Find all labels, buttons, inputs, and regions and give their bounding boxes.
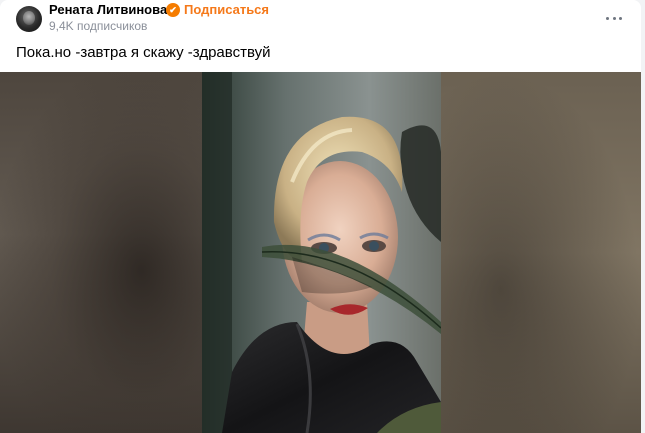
author-avatar[interactable]: [16, 6, 42, 32]
post-text: Пока.но -завтра я скажу -здравствуй: [16, 44, 271, 61]
subscribe-button[interactable]: Подписаться: [184, 2, 269, 18]
more-dot: [612, 16, 616, 20]
subscriber-count: 9,4K подписчиков: [49, 19, 148, 33]
more-dot: [606, 16, 609, 20]
post-photo[interactable]: [202, 72, 441, 433]
more-dot: [619, 16, 622, 20]
verified-icon: ✔: [166, 3, 180, 17]
post-header: Рената Литвинова ✔ Подписаться 9,4K подп…: [16, 2, 626, 38]
media-blur-left: [0, 72, 202, 433]
more-options-icon[interactable]: [606, 10, 622, 26]
post-card: Рената Литвинова ✔ Подписаться 9,4K подп…: [0, 0, 641, 433]
portrait-image: [202, 72, 441, 433]
media-blur-right: [441, 72, 641, 433]
author-name[interactable]: Рената Литвинова: [49, 2, 167, 18]
avatar-image: [23, 11, 35, 25]
post-media[interactable]: [0, 72, 641, 433]
